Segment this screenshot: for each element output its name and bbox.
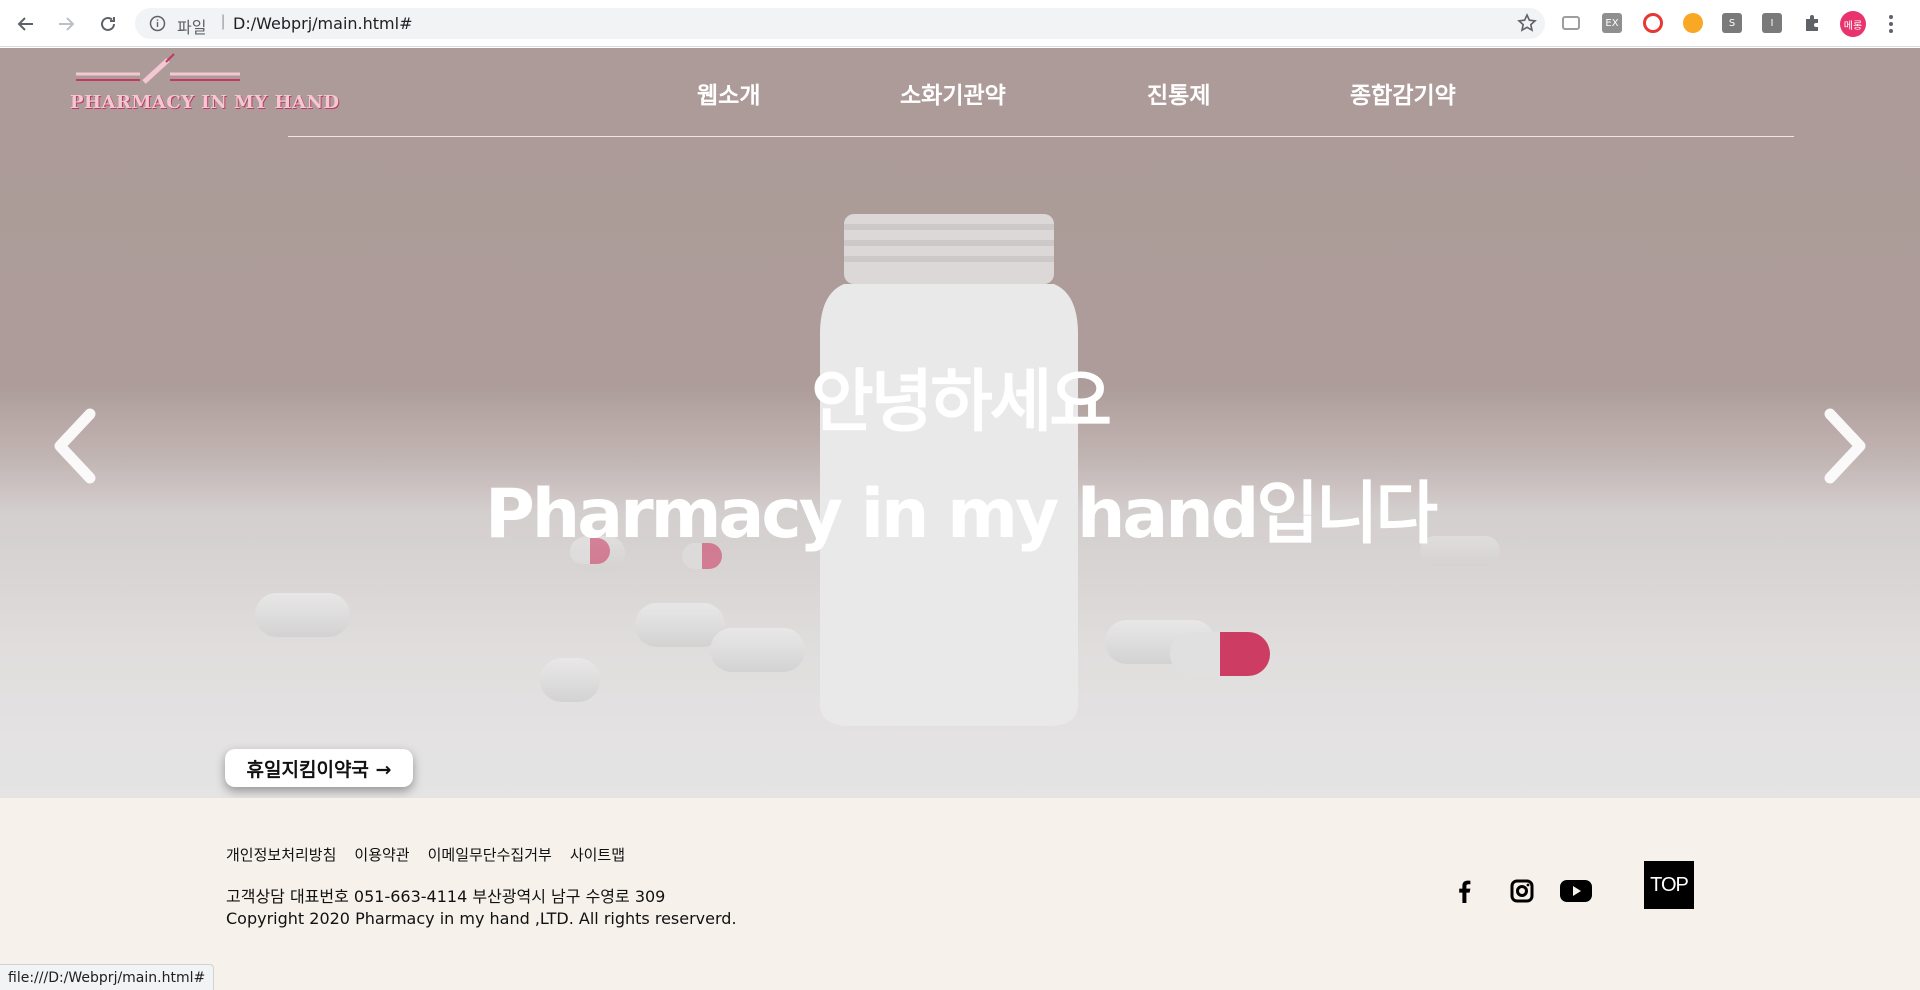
scheme-label: 파일	[177, 18, 207, 37]
back-button[interactable]	[12, 10, 40, 38]
chevron-left-icon	[54, 408, 96, 484]
s-extension-icon[interactable]: S	[1722, 13, 1742, 33]
status-bar-url: file:///D:/Webprj/main.html#	[0, 964, 215, 990]
footer-links: 개인정보처리방침 이용약관 이메일무단수집거부 사이트맵	[226, 844, 625, 865]
email-refusal-link[interactable]: 이메일무단수집거부	[428, 844, 552, 865]
back-arrow-icon	[17, 17, 33, 31]
reload-icon	[101, 16, 115, 31]
nav-item-painkiller[interactable]: 진통제	[1147, 76, 1210, 110]
terms-link[interactable]: 이용약관	[354, 844, 409, 865]
youtube-icon[interactable]	[1559, 874, 1593, 908]
scheme-separator: |	[221, 13, 226, 30]
nav-item-cold-medicine[interactable]: 종합감기약	[1350, 76, 1456, 110]
puzzle-icon[interactable]	[1802, 13, 1822, 33]
site-footer: 개인정보처리방침 이용약관 이메일무단수집거부 사이트맵 고객상담 대표번호 0…	[0, 798, 1920, 990]
bookmark-star-icon[interactable]	[1517, 13, 1537, 33]
i-extension-icon[interactable]: I	[1762, 13, 1782, 33]
bee-icon[interactable]	[1683, 13, 1703, 33]
profile-avatar[interactable]: 메롱	[1840, 11, 1866, 37]
reload-button[interactable]	[94, 10, 122, 38]
instagram-icon[interactable]	[1505, 874, 1539, 908]
menu-kebab-icon[interactable]	[1884, 13, 1898, 35]
hero-slider: PHARMACY IN MY HAND 웹소개 소화기관약 진통제 종합감기약 …	[0, 48, 1920, 798]
next-slide-button[interactable]	[1820, 408, 1870, 484]
main-navigation: 웹소개 소화기관약 진통제 종합감기약	[0, 76, 1920, 116]
facebook-icon[interactable]	[1447, 874, 1481, 908]
nav-item-digestive[interactable]: 소화기관약	[900, 76, 1006, 110]
contact-info: 고객상담 대표번호 051-663-4114 부산광역시 남구 수영로 309	[226, 887, 666, 906]
chevron-right-icon	[1824, 408, 1866, 484]
prev-slide-button[interactable]	[50, 408, 100, 484]
nav-item-intro[interactable]: 웹소개	[697, 76, 760, 110]
copyright-text: Copyright 2020 Pharmacy in my hand ,LTD.…	[226, 909, 737, 928]
nav-divider	[288, 136, 1794, 137]
info-icon[interactable]	[149, 15, 166, 32]
ex-extension-icon[interactable]: EX	[1602, 13, 1622, 33]
privacy-policy-link[interactable]: 개인정보처리방침	[226, 844, 336, 865]
address-bar[interactable]: 파일 | D:/Webprj/main.html#	[135, 8, 1545, 39]
scroll-top-button[interactable]: TOP	[1644, 861, 1694, 909]
hero-heading-greeting: 안녕하세요	[811, 363, 1112, 442]
url-text[interactable]: D:/Webprj/main.html#	[233, 14, 412, 33]
browser-toolbar: 파일 | D:/Webprj/main.html# EX S I 메롱	[0, 0, 1920, 47]
hero-heading-brand: Pharmacy in my hand입니다	[484, 475, 1438, 554]
sitemap-link[interactable]: 사이트맵	[570, 844, 625, 865]
cast-icon[interactable]	[1562, 16, 1580, 30]
forward-arrow-icon	[59, 17, 75, 31]
forward-button[interactable]	[52, 10, 80, 38]
holiday-pharmacy-button[interactable]: 휴일지킴이약국 →	[225, 749, 413, 787]
chrome-color-icon[interactable]	[1643, 13, 1663, 33]
